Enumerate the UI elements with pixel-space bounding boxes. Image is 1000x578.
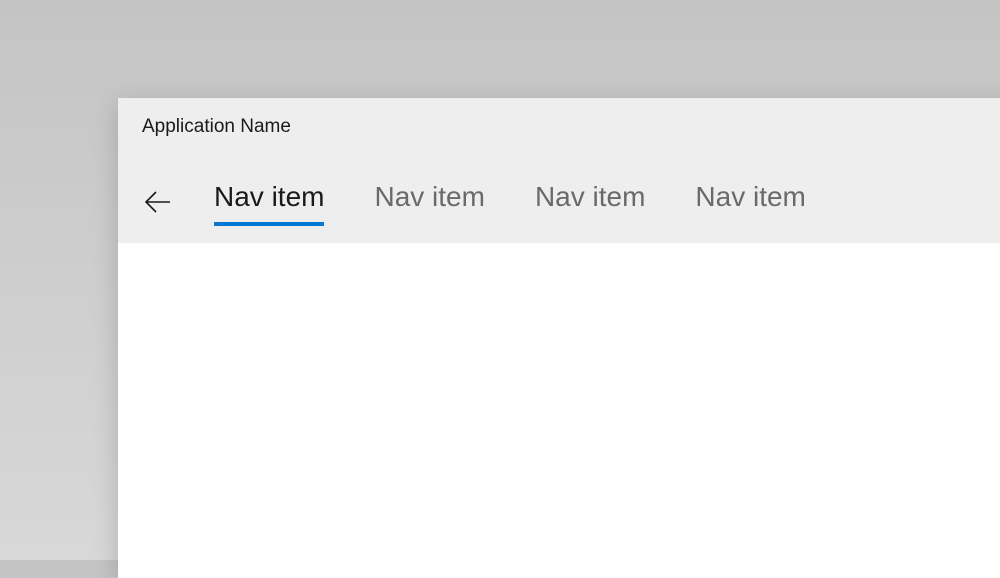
nav-tab-3[interactable]: Nav item xyxy=(535,181,645,223)
nav-tab-1[interactable]: Nav item xyxy=(214,181,324,223)
nav-tab-4[interactable]: Nav item xyxy=(695,181,805,223)
back-arrow-icon xyxy=(144,188,172,216)
nav-tab-2[interactable]: Nav item xyxy=(374,181,484,223)
app-window: Application Name Nav item Nav item Nav i… xyxy=(118,98,1000,578)
tab-bar: Nav item Nav item Nav item Nav item xyxy=(214,181,806,223)
nav-row: Nav item Nav item Nav item Nav item xyxy=(142,180,806,224)
app-title: Application Name xyxy=(142,116,291,138)
content-area xyxy=(118,243,1000,578)
title-bar: Application Name Nav item Nav item Nav i… xyxy=(118,98,1000,243)
back-button[interactable] xyxy=(142,180,186,224)
